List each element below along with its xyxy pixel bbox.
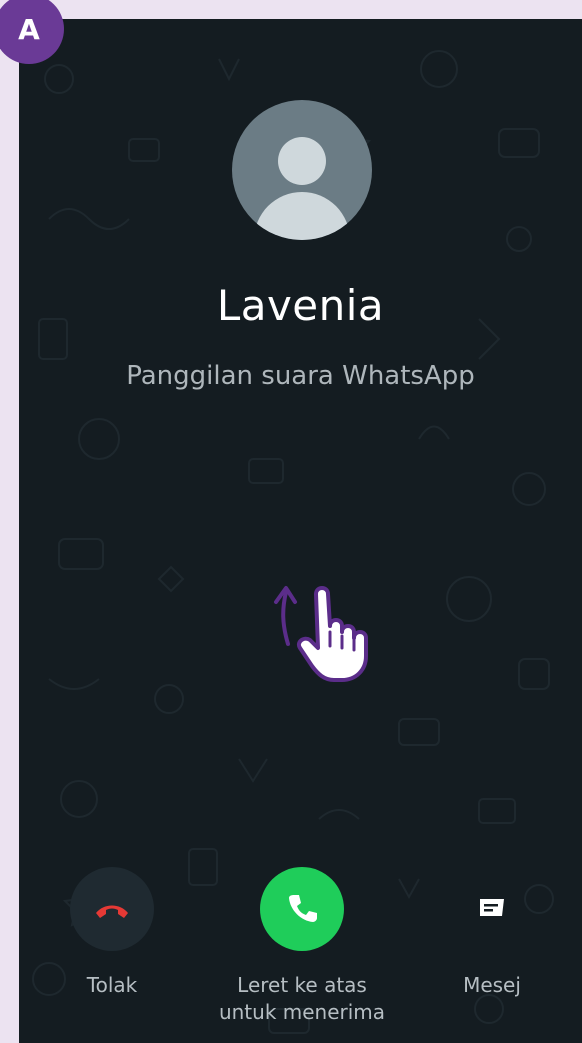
caller-avatar <box>232 100 372 240</box>
hand-pointer-swipe-up-icon <box>274 586 368 682</box>
accept-call-button[interactable] <box>260 867 344 951</box>
caller-name: Lavenia <box>216 281 385 330</box>
message-button[interactable] <box>450 867 534 951</box>
phone-hangup-icon <box>96 905 128 918</box>
call-type-label: Panggilan suara WhatsApp <box>126 361 475 391</box>
phone-icon <box>289 895 317 922</box>
accept-label: Leret ke atas untuk menerima <box>192 972 412 1026</box>
message-label: Mesej <box>463 973 521 997</box>
decline-label: Tolak <box>86 973 138 997</box>
accept-label-line2: untuk menerima <box>218 1000 386 1024</box>
accept-label-line1: Leret ke atas <box>237 973 367 997</box>
step-badge-letter: A <box>18 12 40 46</box>
avatar-head <box>278 137 326 185</box>
avatar-body <box>254 192 350 240</box>
message-icon <box>480 899 504 916</box>
tutorial-frame: A Lavenia Panggilan suara WhatsApp Tolak… <box>0 0 582 1043</box>
decline-button[interactable] <box>70 867 154 951</box>
incoming-call-screen: Lavenia Panggilan suara WhatsApp Tolak L… <box>19 19 582 1043</box>
